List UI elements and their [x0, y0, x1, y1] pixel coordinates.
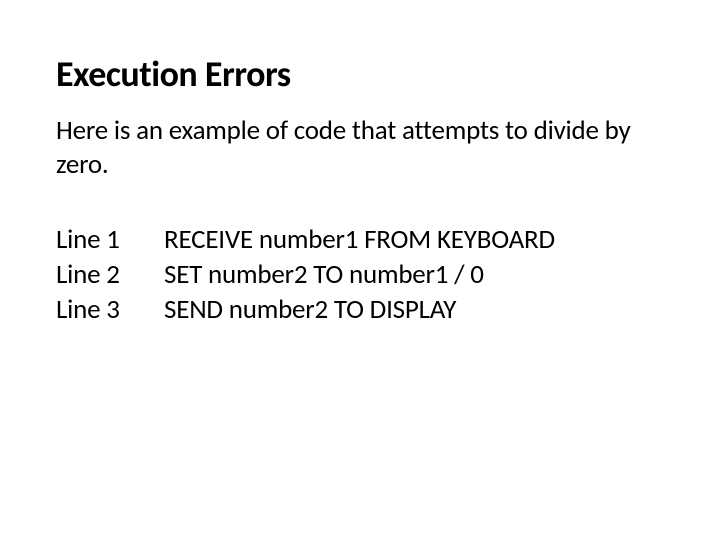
slide-intro: Here is an example of code that attempts…	[56, 114, 670, 182]
code-line: Line 2 SET number2 TO number1 / 0	[56, 257, 670, 292]
code-line: Line 1 RECEIVE number1 FROM KEYBOARD	[56, 222, 670, 257]
line-code: SET number2 TO number1 / 0	[164, 257, 670, 292]
code-block: Line 1 RECEIVE number1 FROM KEYBOARD Lin…	[56, 222, 670, 327]
line-code: SEND number2 TO DISPLAY	[164, 292, 670, 327]
line-label: Line 2	[56, 257, 164, 292]
code-line: Line 3 SEND number2 TO DISPLAY	[56, 292, 670, 327]
slide-title: Execution Errors	[56, 52, 670, 96]
line-label: Line 1	[56, 222, 164, 257]
line-code: RECEIVE number1 FROM KEYBOARD	[164, 222, 670, 257]
line-label: Line 3	[56, 292, 164, 327]
